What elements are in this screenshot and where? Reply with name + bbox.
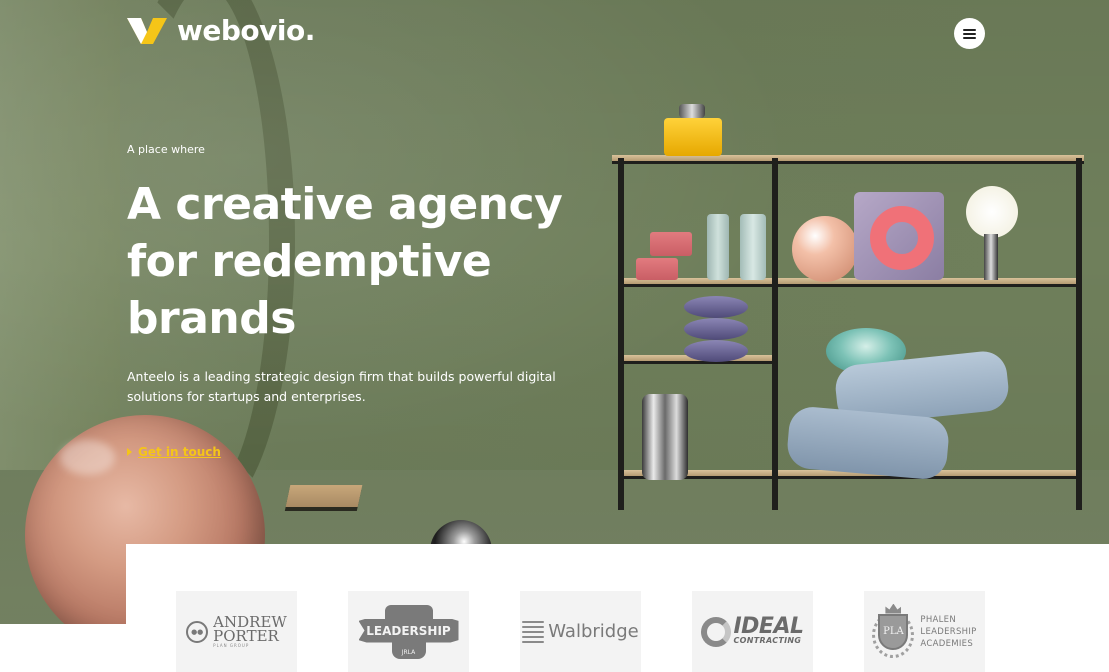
get-in-touch-link[interactable]: Get in touch <box>127 445 221 459</box>
menu-button[interactable] <box>954 18 985 49</box>
cta-label: Get in touch <box>138 445 221 459</box>
client-logo-text: ACADEMIES <box>920 638 974 649</box>
headline-line: brands <box>127 293 296 344</box>
crest-icon: PLA <box>872 603 915 660</box>
client-logo-text: LEADERSHIP <box>920 626 977 637</box>
shelf-illustration <box>612 104 1087 510</box>
client-logo-text: PHALEN <box>920 614 957 625</box>
pink-donut <box>870 206 934 270</box>
brand-name: webovio. <box>177 14 315 47</box>
peach-sphere <box>792 216 858 282</box>
wood-tile <box>285 485 363 507</box>
crest-initials: PLA <box>878 613 909 650</box>
client-logo-subtext: CONTRACTING <box>733 636 802 645</box>
client-logo-text: IDEAL <box>733 614 804 639</box>
client-logo-phalen: PLA PHALEN LEADERSHIP ACADEMIES <box>864 591 985 672</box>
client-logo-text: PORTER <box>213 627 279 645</box>
client-logo-text: LEADERSHIP <box>358 618 459 643</box>
client-logos-strip: ●● ANDREW PORTER PLAN GROUP LEADERSHIP J… <box>126 544 1109 672</box>
mint-bottle <box>707 214 729 280</box>
client-logo-leadership-academy: LEADERSHIP JRLA <box>348 591 469 672</box>
hamburger-menu-icon <box>963 28 976 39</box>
hero-headline: A creative agency for redemptive brands <box>127 176 597 347</box>
button-badge-icon: ●● <box>186 620 209 643</box>
striped-globe-icon <box>522 620 545 643</box>
hero-eyebrow: A place where <box>127 143 205 156</box>
ring-icon <box>701 616 732 647</box>
hero-description: Anteelo is a leading strategic design fi… <box>127 369 556 404</box>
pink-jar <box>650 232 692 256</box>
client-logo-walbridge: Walbridge <box>520 591 641 672</box>
client-logo-subtext: JRLA <box>391 640 426 659</box>
webovio-logo-icon <box>127 17 167 44</box>
headline-line: for redemptive <box>127 236 492 287</box>
lamp-globe <box>966 186 1018 238</box>
client-logo-text: Walbridge <box>548 621 639 642</box>
yellow-bottle <box>664 118 722 156</box>
purple-ring-stack <box>684 296 748 318</box>
client-logo-andrew-porter: ●● ANDREW PORTER PLAN GROUP <box>176 591 297 672</box>
chrome-canister <box>642 394 688 480</box>
play-arrow-icon <box>127 448 132 456</box>
headline-line: A creative agency <box>127 179 563 230</box>
brand-logo[interactable]: webovio. <box>127 14 315 47</box>
client-logo-ideal-contracting: IDEAL CONTRACTING <box>692 591 813 672</box>
